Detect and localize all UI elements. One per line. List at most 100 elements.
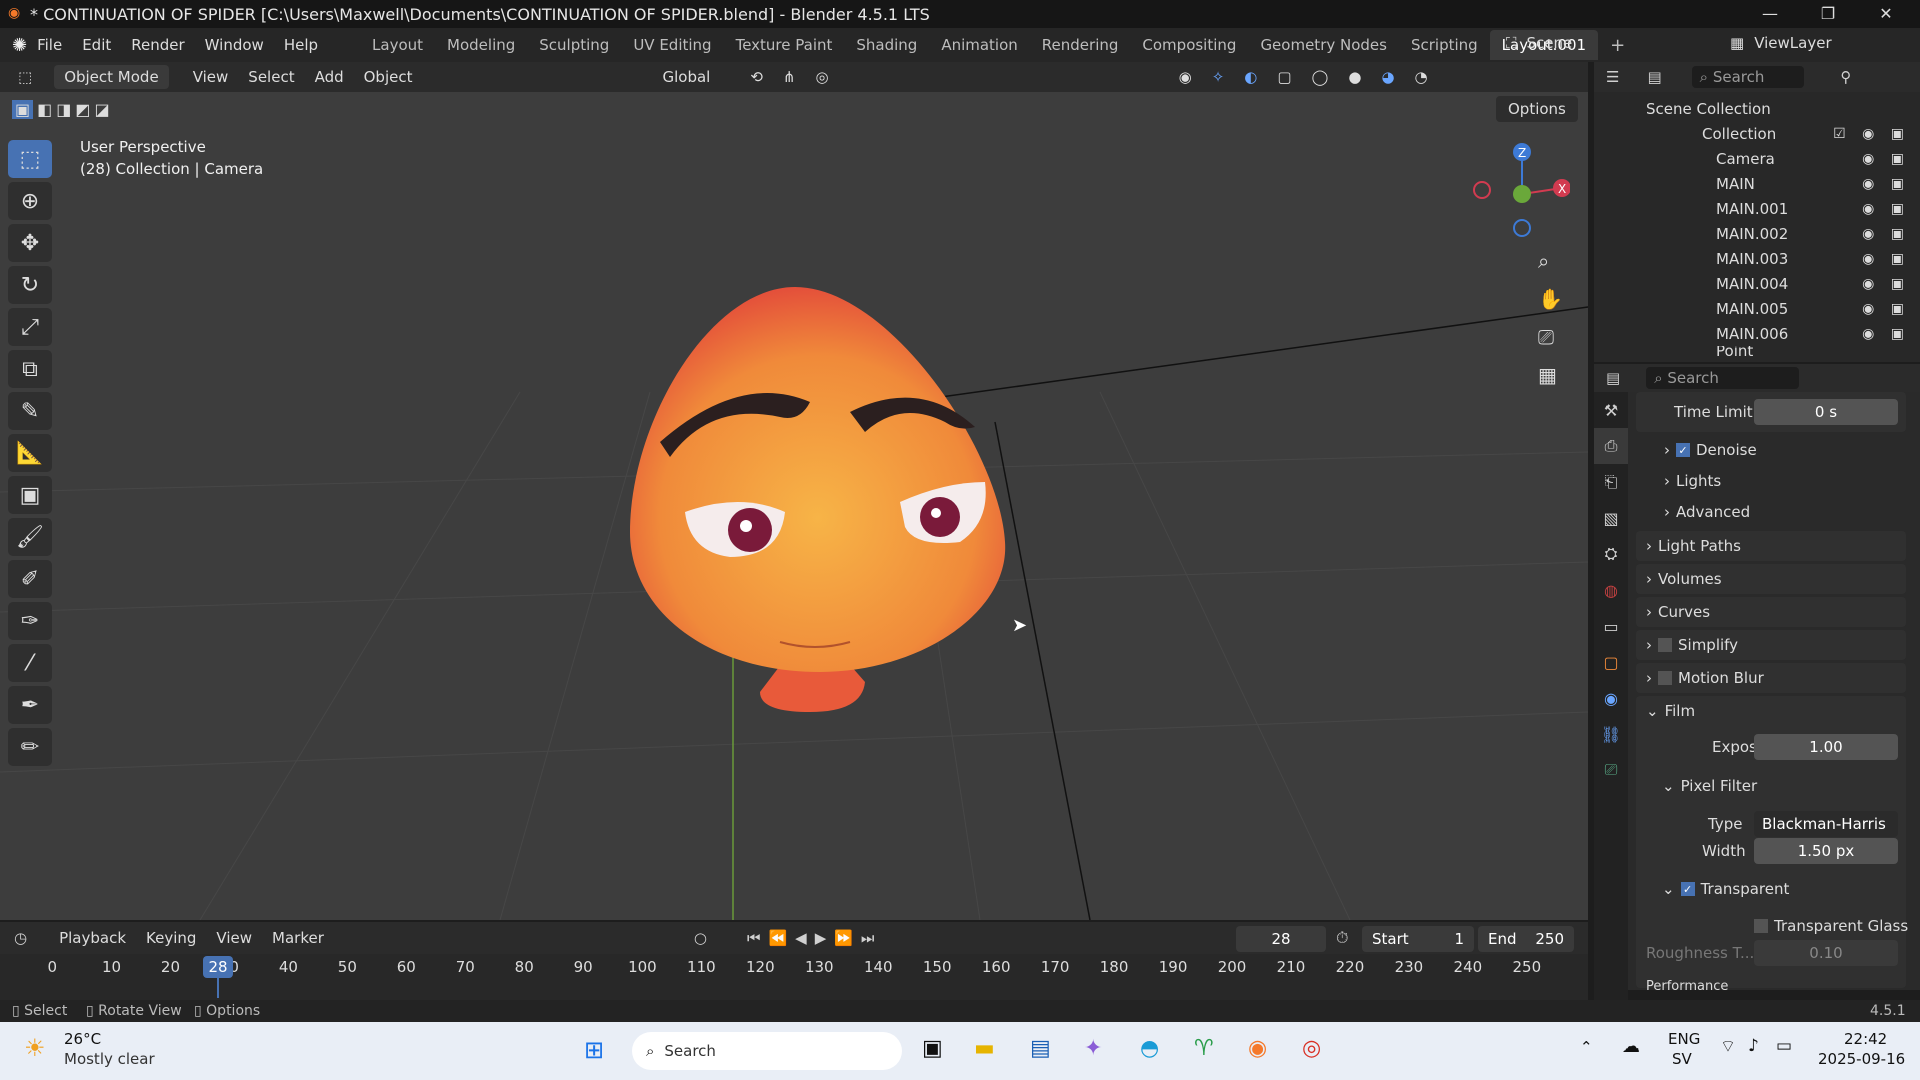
start-frame-field[interactable]: 1: [1454, 930, 1464, 948]
constraints-tab-icon[interactable]: ⛓: [1594, 716, 1628, 752]
overlay-icon[interactable]: ◐: [1234, 68, 1267, 86]
menu-file[interactable]: File: [27, 36, 72, 54]
properties-editor-icon[interactable]: ▤: [1606, 369, 1620, 387]
clock-date[interactable]: 2025-09-16: [1818, 1050, 1905, 1068]
tab-geometry-nodes[interactable]: Geometry Nodes: [1248, 36, 1399, 54]
object-mode-dropdown[interactable]: Object Mode: [54, 65, 169, 89]
3d-viewport[interactable]: Z X ⌕ ✋ ⎚ ▦ ➤: [0, 92, 1588, 920]
brush-blob-icon[interactable]: ✐: [8, 560, 52, 598]
outliner-item-main[interactable]: MAIN ◉ ▣: [1594, 171, 1920, 196]
navigation-gizmo[interactable]: Z X: [1470, 138, 1570, 238]
viewport-menu-object[interactable]: Object: [354, 68, 423, 86]
copilot-icon[interactable]: ✦: [1084, 1036, 1102, 1061]
simplify-row[interactable]: › Simplify: [1646, 631, 1738, 659]
brush-fill-icon[interactable]: ✑: [8, 602, 52, 640]
outliner-item-point[interactable]: Point: [1594, 346, 1920, 360]
blender-taskbar-icon[interactable]: ◉: [1248, 1036, 1267, 1061]
motion-blur-checkbox[interactable]: [1658, 671, 1672, 685]
transform-icon[interactable]: ⧉: [8, 350, 52, 388]
tool-tab-icon[interactable]: ⚒: [1594, 392, 1628, 428]
brush-line-icon[interactable]: ⁄: [8, 644, 52, 682]
volumes-row[interactable]: › Volumes: [1646, 565, 1722, 593]
transparent-glass-checkbox[interactable]: [1754, 919, 1768, 933]
outliner-item-main-001[interactable]: MAIN.001 ◉ ▣: [1594, 196, 1920, 221]
exposure-field[interactable]: 1.00: [1754, 734, 1898, 760]
cursor-icon[interactable]: ⊕: [8, 182, 52, 220]
options-dropdown[interactable]: Options: [1496, 96, 1578, 122]
advanced-row[interactable]: › Advanced: [1664, 498, 1750, 526]
select-new-icon[interactable]: ▣: [12, 100, 34, 119]
playback-menu[interactable]: Playback: [49, 929, 136, 947]
outliner-item-main-006[interactable]: MAIN.006 ◉ ▣: [1594, 321, 1920, 346]
wireframe-shading-icon[interactable]: ◯: [1302, 68, 1339, 86]
scene-collection-row[interactable]: Scene Collection: [1594, 96, 1920, 121]
filter-width-field[interactable]: 1.50 px: [1754, 838, 1898, 864]
minimize-button[interactable]: —: [1742, 0, 1798, 28]
annotate-icon[interactable]: ✎: [8, 392, 52, 430]
output-tab-icon[interactable]: ⎗: [1594, 464, 1628, 500]
ortho-grid-icon[interactable]: ▦: [1538, 356, 1563, 394]
rendered-shading-icon[interactable]: ◔: [1405, 68, 1438, 86]
outliner-editor-icon[interactable]: ☰: [1606, 68, 1619, 86]
select-intersect-icon[interactable]: ◪: [95, 100, 110, 119]
transparent-row[interactable]: ⌄ ✓ Transparent: [1662, 875, 1789, 903]
tab-scripting[interactable]: Scripting: [1399, 36, 1490, 54]
tab-rendering[interactable]: Rendering: [1030, 36, 1131, 54]
add-cube-icon[interactable]: ▣: [8, 476, 52, 514]
pivot-icon[interactable]: ⟲: [740, 68, 773, 86]
brush-smooth-icon[interactable]: ✒: [8, 686, 52, 724]
tab-layout[interactable]: Layout: [360, 36, 435, 54]
tab-texture-paint[interactable]: Texture Paint: [724, 36, 845, 54]
transparent-glass-row[interactable]: Transparent Glass: [1754, 912, 1908, 940]
outliner-item-main-002[interactable]: MAIN.002 ◉ ▣: [1594, 221, 1920, 246]
gizmo-icon[interactable]: ✧: [1202, 68, 1235, 86]
weather-desc[interactable]: Mostly clear: [64, 1050, 155, 1068]
task-view-icon[interactable]: ▣: [922, 1036, 943, 1061]
world-tab-icon[interactable]: ◍: [1594, 572, 1628, 608]
material-shading-icon[interactable]: ◕: [1371, 68, 1404, 86]
xray-icon[interactable]: ▢: [1267, 68, 1301, 86]
chrome-icon[interactable]: ◎: [1302, 1036, 1321, 1061]
viewport-menu-select[interactable]: Select: [238, 68, 304, 86]
collection-row[interactable]: Collection ☑ ◉ ▣: [1594, 121, 1920, 146]
camera-data-tab-icon[interactable]: ⎚: [1594, 752, 1628, 788]
display-mode-icon[interactable]: ▤: [1647, 68, 1661, 86]
tab-sculpting[interactable]: Sculpting: [527, 36, 621, 54]
blender-menu-icon[interactable]: ✺: [12, 35, 27, 56]
visibility-icon[interactable]: ◉: [1169, 68, 1202, 86]
taskbar-search[interactable]: ⌕ Search: [632, 1032, 902, 1070]
preview-range-icon[interactable]: ⏱: [1336, 928, 1348, 948]
viewlayer-icon[interactable]: ▦: [1730, 34, 1744, 52]
editor-type-icon[interactable]: ⬚: [18, 68, 32, 86]
upwork-icon[interactable]: ♈: [1194, 1036, 1214, 1061]
playhead[interactable]: 28: [203, 956, 233, 978]
scene-name[interactable]: Scene: [1527, 34, 1573, 52]
tray-chevron-icon[interactable]: ⌃: [1580, 1038, 1593, 1056]
outliner-item-main-003[interactable]: MAIN.003 ◉ ▣: [1594, 246, 1920, 271]
collection-tab-icon[interactable]: ▭: [1594, 608, 1628, 644]
camera-view-icon[interactable]: ⎚: [1538, 318, 1563, 356]
snap-icon[interactable]: ⋔: [773, 68, 806, 86]
object-tab-icon[interactable]: ▢: [1594, 644, 1628, 680]
lights-row[interactable]: › Lights: [1664, 467, 1721, 495]
wifi-icon[interactable]: ⌔: [1720, 1036, 1736, 1057]
select-extend-icon[interactable]: ◧: [37, 100, 52, 119]
playback-controls[interactable]: ⏮⏪◀▶⏩⏭: [747, 929, 882, 947]
move-icon[interactable]: ✥: [8, 224, 52, 262]
roughness-field[interactable]: 0.10: [1754, 940, 1898, 966]
onedrive-icon[interactable]: ☁: [1622, 1036, 1640, 1057]
select-invert-icon[interactable]: ◩: [75, 100, 90, 119]
timeline-view-menu[interactable]: View: [206, 929, 262, 947]
select-subtract-icon[interactable]: ◨: [56, 100, 71, 119]
store-icon[interactable]: ▤: [1030, 1036, 1051, 1061]
light-paths-row[interactable]: › Light Paths: [1646, 532, 1741, 560]
measure-icon[interactable]: 📐: [8, 434, 52, 472]
select-box-icon[interactable]: ⬚: [8, 140, 52, 178]
outliner-search-input[interactable]: Search: [1713, 68, 1765, 86]
file-explorer-icon[interactable]: ▬: [974, 1036, 995, 1061]
lang-label[interactable]: ENG: [1668, 1030, 1700, 1048]
menu-help[interactable]: Help: [274, 36, 328, 54]
character-model[interactable]: [600, 282, 1020, 802]
scale-icon[interactable]: ⤢: [8, 308, 52, 346]
filter-type-dropdown[interactable]: Blackman-Harris: [1754, 811, 1898, 837]
